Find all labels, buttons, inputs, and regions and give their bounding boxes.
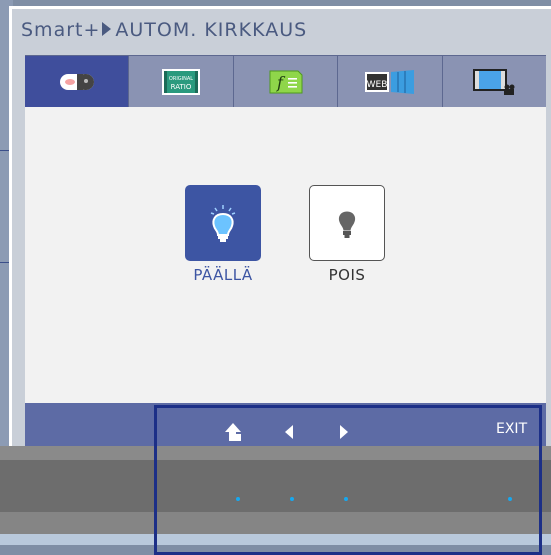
tab-auto-brightness[interactable] — [25, 56, 130, 108]
svg-text:WEB: WEB — [367, 80, 388, 90]
tab-original-ratio[interactable]: ORIGINAL RATIO — [129, 56, 234, 108]
option-off-button[interactable] — [309, 185, 385, 261]
svg-text:RATIO: RATIO — [171, 83, 192, 91]
bulb-off-icon — [337, 210, 357, 238]
osd-content-area — [25, 107, 546, 403]
bulb-on-icon — [210, 205, 236, 242]
breadcrumb-root: Smart+ — [21, 19, 101, 41]
tab-function[interactable]: f — [233, 56, 339, 108]
osd-tab-bar: ORIGINAL RATIO f WEB — [25, 55, 547, 108]
option-on-button[interactable] — [185, 185, 261, 261]
original-ratio-icon: ORIGINAL RATIO — [162, 69, 201, 95]
osd-breadcrumb: Smart+ AUTOM. KIRKKAUS — [21, 17, 307, 43]
control-highlight-frame — [154, 405, 542, 555]
tab-screen-movie[interactable] — [442, 56, 547, 108]
option-on-label: PÄÄLLÄ — [193, 266, 253, 284]
dual-web-icon: WEB — [364, 70, 414, 94]
breadcrumb-arrow-icon — [102, 21, 112, 36]
svg-text:ORIGINAL: ORIGINAL — [169, 76, 193, 82]
breadcrumb-current: AUTOM. KIRKKAUS — [115, 19, 308, 41]
screen-movie-icon — [473, 69, 515, 95]
auto-brightness-icon — [59, 74, 94, 90]
option-off-label: POIS — [328, 266, 366, 284]
tab-dual-web[interactable]: WEB — [338, 56, 443, 108]
function-icon: f — [269, 70, 303, 94]
